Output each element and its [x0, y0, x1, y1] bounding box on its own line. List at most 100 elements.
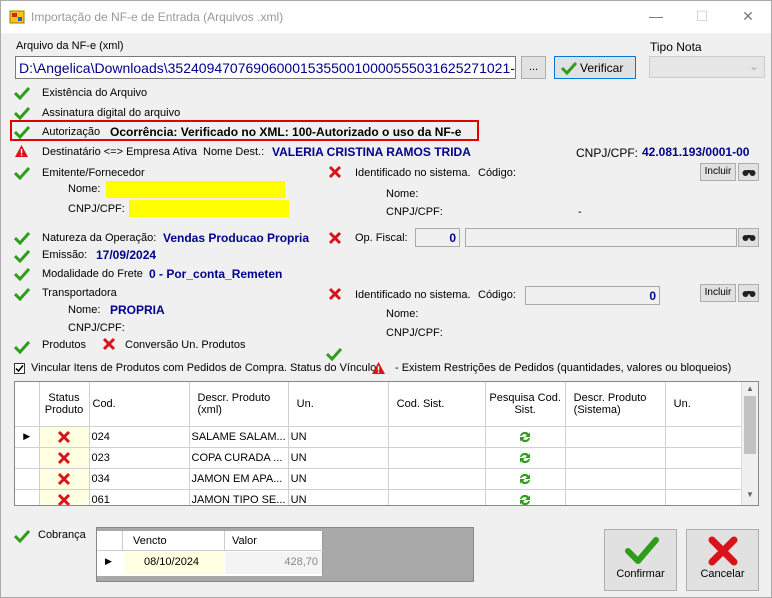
warning-icon [372, 362, 385, 374]
col-status-produto[interactable]: Status Produto [39, 382, 90, 427]
un-cell[interactable]: UN [288, 447, 389, 469]
vincular-checkbox[interactable] [14, 363, 25, 374]
divider [224, 531, 225, 551]
scroll-up-icon[interactable]: ▲ [746, 384, 754, 393]
descr-sistema-cell[interactable] [565, 447, 666, 469]
table-row[interactable]: 023 COPA CURADA ... UN [15, 447, 746, 469]
maximize-button[interactable]: ☐ [679, 1, 725, 31]
grid-header-row: Status Produto Cod. Descr. Produto (xml)… [15, 382, 746, 427]
check-icon [14, 86, 30, 100]
frete-value: 0 - Por_conta_Remeten [149, 267, 283, 281]
cod-sist-cell[interactable] [388, 468, 486, 490]
descr-cell[interactable]: JAMON EM APA... [189, 468, 289, 490]
refresh-icon [520, 494, 531, 505]
incluir-emitente-button[interactable]: Incluir [700, 163, 736, 181]
descr-cell[interactable]: COPA CURADA ... [189, 447, 289, 469]
col-vencto[interactable]: Vencto [133, 535, 167, 547]
pesquisa-cell[interactable] [485, 468, 566, 490]
cnpj-dest-label: CNPJ/CPF: [576, 146, 639, 160]
row-header-corner [15, 382, 40, 427]
un-cell[interactable]: UN [288, 468, 389, 490]
check-icon [14, 267, 30, 281]
col-un[interactable]: Un. [288, 382, 389, 427]
emitente-ident-label: Identificado no sistema. [355, 167, 471, 179]
refresh-icon [520, 473, 531, 484]
pesquisa-cell[interactable] [485, 447, 566, 469]
pesquisa-cell[interactable] [485, 489, 566, 505]
verify-button[interactable]: Verificar [554, 56, 636, 79]
binoculars-icon [742, 235, 756, 241]
cancelar-label: Cancelar [700, 568, 745, 580]
un-cell[interactable]: UN [288, 489, 389, 505]
grid-vertical-scrollbar[interactable]: ▲ ▼ [741, 382, 758, 505]
col-un-sistema[interactable]: Un. [665, 382, 746, 427]
search-transp-button[interactable] [738, 284, 759, 302]
status-cell[interactable] [39, 489, 90, 505]
search-emitente-button[interactable] [738, 163, 759, 181]
search-op-fiscal-button[interactable] [738, 228, 759, 247]
col-pesquisa[interactable]: Pesquisa Cod. Sist. [485, 382, 566, 427]
table-row[interactable]: 034 JAMON EM APA... UN [15, 468, 746, 490]
minimize-button[interactable]: — [633, 1, 679, 31]
row-header[interactable] [15, 468, 40, 490]
cobranca-grid: Vencto Valor ▶ 08/10/2024 428,70 [97, 531, 323, 576]
un-cell[interactable]: UN [288, 426, 389, 448]
col-descr-sistema[interactable]: Descr. Produto (Sistema) [565, 382, 666, 427]
un-sistema-cell[interactable] [665, 468, 746, 490]
descr-cell[interactable]: SALAME SALAM... [189, 426, 289, 448]
col-cod-sist[interactable]: Cod. Sist. [388, 382, 486, 427]
un-sistema-cell[interactable] [665, 489, 746, 505]
cod-cell[interactable]: 034 [89, 468, 190, 490]
cod-cell[interactable]: 061 [89, 489, 190, 505]
descr-sistema-cell[interactable] [565, 489, 666, 505]
un-sistema-cell[interactable] [665, 447, 746, 469]
cobranca-row[interactable]: ▶ 08/10/2024 428,70 [97, 552, 323, 574]
scroll-thumb[interactable] [744, 396, 756, 454]
row-header[interactable] [15, 447, 40, 469]
import-nfe-window: Importação de NF-e de Entrada (Arquivos … [0, 0, 772, 598]
incluir-transp-button[interactable]: Incluir [700, 284, 736, 302]
status-cell[interactable] [39, 426, 90, 448]
check-icon [14, 287, 30, 301]
pesquisa-cell[interactable] [485, 426, 566, 448]
un-sistema-cell[interactable] [665, 426, 746, 448]
row-header[interactable]: ▶ [15, 426, 40, 448]
autorizacao-label: Autorização [42, 126, 101, 138]
cod-sist-cell[interactable] [388, 447, 486, 469]
emitente-cnpj-label: CNPJ/CPF: [68, 203, 125, 215]
descr-sistema-cell[interactable] [565, 468, 666, 490]
emissao-value: 17/09/2024 [96, 248, 157, 262]
close-button[interactable]: ✕ [725, 1, 771, 31]
cobranca-label: Cobrança [38, 529, 86, 541]
transp-codigo-field[interactable]: 0 [525, 286, 660, 305]
confirmar-button[interactable]: Confirmar [604, 529, 677, 591]
cod-cell[interactable]: 023 [89, 447, 190, 469]
check-icon [14, 106, 30, 120]
table-row[interactable]: 061 JAMON TIPO SE... UN [15, 489, 746, 505]
col-valor[interactable]: Valor [232, 535, 257, 547]
op-fiscal-desc-field[interactable] [465, 228, 737, 247]
transp-nome-label: Nome: [68, 304, 101, 316]
browse-button[interactable]: ... [521, 56, 546, 79]
file-path-field[interactable]: D:\Angelica\Downloads\352409470769060001… [15, 56, 516, 79]
cod-sist-cell[interactable] [388, 426, 486, 448]
table-row[interactable]: ▶ 024 SALAME SALAM... UN [15, 426, 746, 448]
row-header[interactable] [15, 489, 40, 505]
descr-cell[interactable]: JAMON TIPO SE... [189, 489, 289, 505]
check-icon [14, 125, 30, 139]
op-fiscal-field[interactable]: 0 [415, 228, 460, 247]
scroll-down-icon[interactable]: ▼ [746, 490, 754, 499]
tipo-nota-select[interactable]: ⌄ [649, 56, 765, 78]
col-descr-xml[interactable]: Descr. Produto (xml) [189, 382, 289, 427]
cod-sist-cell[interactable] [388, 489, 486, 505]
status-cell[interactable] [39, 468, 90, 490]
assinatura-label: Assinatura digital do arquivo [42, 107, 181, 119]
status-cell[interactable] [39, 447, 90, 469]
cell-valor[interactable]: 428,70 [225, 552, 322, 574]
col-cod[interactable]: Cod. [89, 382, 190, 427]
cod-cell[interactable]: 024 [89, 426, 190, 448]
check-icon [14, 249, 30, 263]
descr-sistema-cell[interactable] [565, 426, 666, 448]
cancelar-button[interactable]: Cancelar [686, 529, 759, 591]
cell-vencto[interactable]: 08/10/2024 [124, 552, 224, 574]
